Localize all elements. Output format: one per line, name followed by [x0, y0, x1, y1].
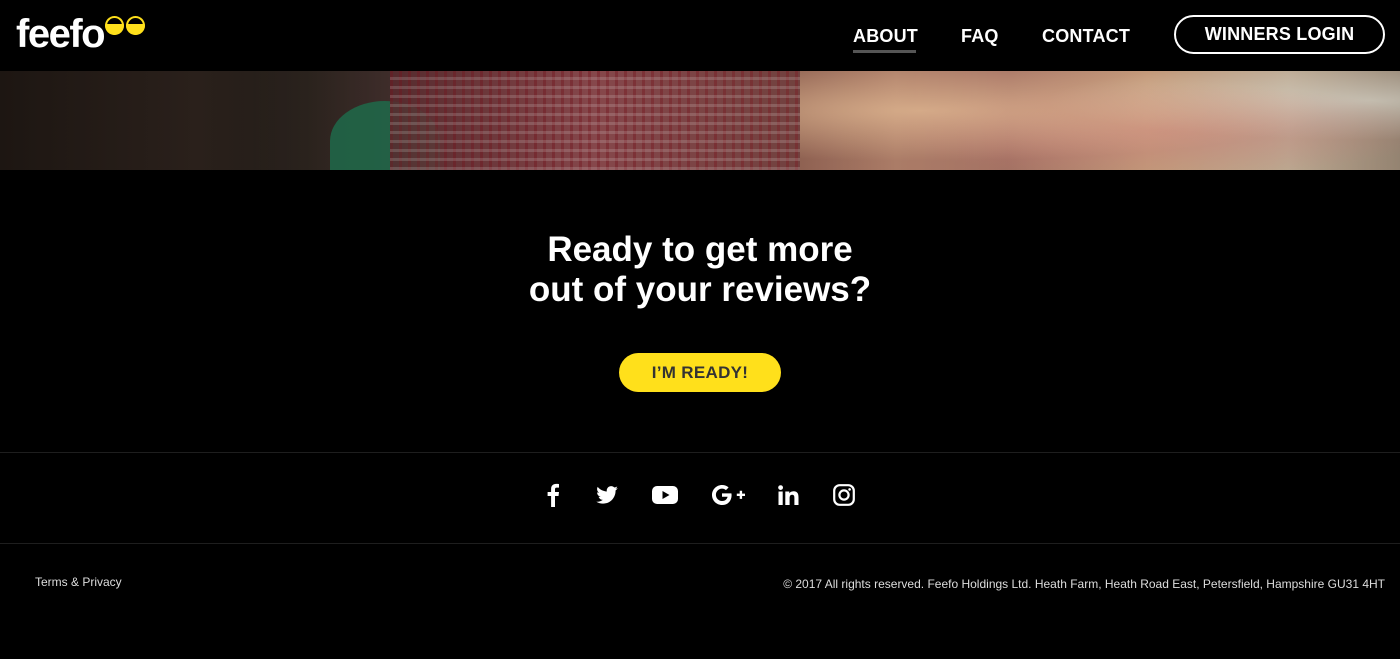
copyright-text: © 2017 All rights reserved. Feefo Holdin… — [783, 577, 1385, 591]
hero-image — [0, 71, 1400, 170]
logo-text: feefo — [16, 12, 106, 56]
winners-login-button[interactable]: WINNERS LOGIN — [1174, 15, 1385, 54]
cta-heading-line-2: out of your reviews? — [528, 270, 872, 309]
instagram-icon[interactable] — [832, 482, 856, 508]
nav-active-indicator — [853, 50, 916, 53]
nav-about[interactable]: ABOUT — [853, 25, 918, 47]
feefo-logo[interactable]: feefo — [16, 12, 146, 56]
youtube-icon[interactable] — [652, 482, 678, 508]
google-plus-icon[interactable] — [711, 482, 745, 508]
cta-heading-line-1: Ready to get more — [547, 230, 853, 269]
nav-contact[interactable]: CONTACT — [1042, 25, 1130, 47]
nav-faq[interactable]: FAQ — [961, 25, 999, 47]
site-header: feefo ABOUT FAQ CONTACT WINNERS LOGIN — [0, 0, 1400, 71]
logo-eyes-icon — [105, 16, 146, 35]
divider — [0, 452, 1400, 453]
facebook-icon[interactable] — [544, 482, 562, 508]
twitter-icon[interactable] — [595, 482, 619, 508]
linkedin-icon[interactable] — [777, 482, 799, 508]
im-ready-button[interactable]: I’M READY! — [619, 353, 781, 392]
cta-heading: Ready to get more out of your reviews? — [0, 230, 1400, 310]
divider — [0, 543, 1400, 544]
terms-privacy-link[interactable]: Terms & Privacy — [35, 575, 122, 589]
